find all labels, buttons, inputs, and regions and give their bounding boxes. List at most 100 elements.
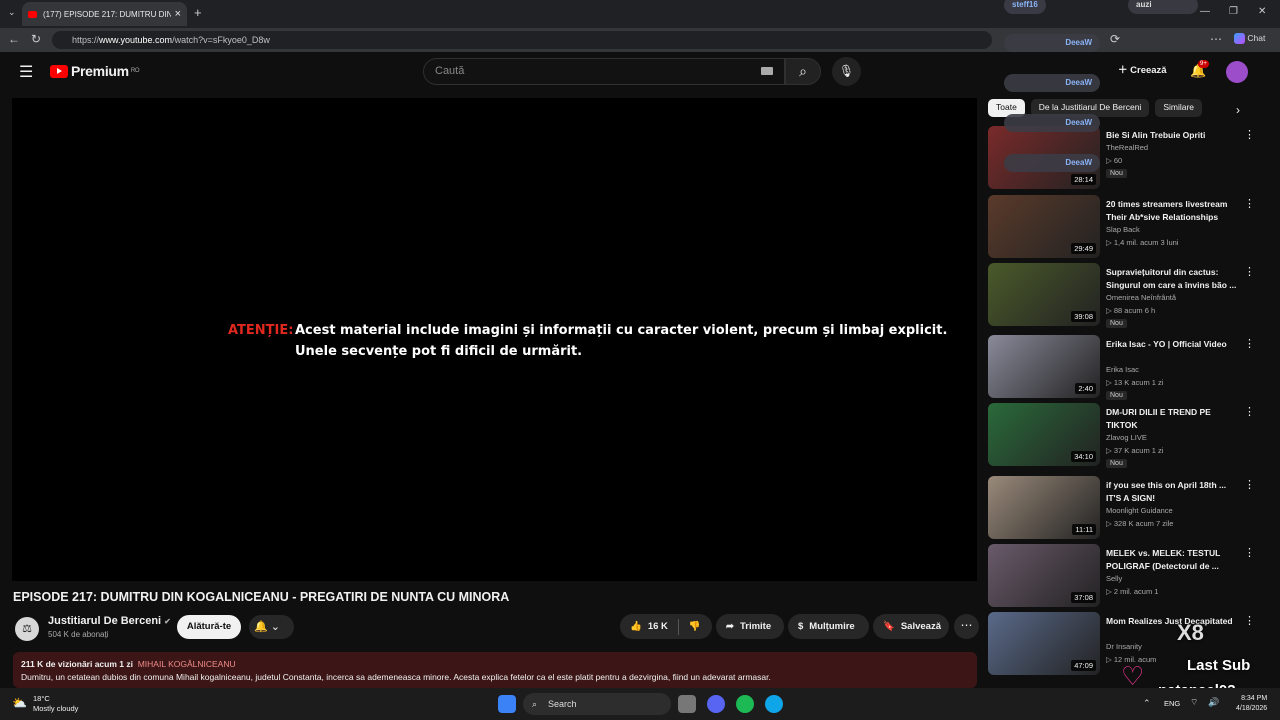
recommendation-channel[interactable]: Zlavog LIVE: [1106, 433, 1147, 442]
recommendation-title[interactable]: Bie Si Alin Trebuie Opriti: [1106, 129, 1241, 142]
video-thumbnail[interactable]: 29:49: [988, 195, 1100, 258]
thanks-label: Mulțumire: [809, 621, 855, 632]
video-thumbnail[interactable]: 39:08: [988, 263, 1100, 326]
join-button[interactable]: Alătură-te: [177, 615, 241, 639]
share-button[interactable]: ➦ Trimite: [716, 614, 784, 639]
warning-label: ATENȚIE:: [228, 323, 294, 338]
browser-tab[interactable]: (177) EPISODE 217: DUMITRU DIN ×: [22, 2, 187, 26]
weather-cloud-icon[interactable]: ⛅: [12, 696, 27, 710]
create-button[interactable]: ＋ Creează: [1118, 62, 1167, 76]
thumbs-up-icon[interactable]: 👍: [630, 621, 642, 632]
thumbs-down-icon[interactable]: 👎: [689, 621, 701, 632]
windows-start-icon[interactable]: [498, 695, 516, 713]
back-icon[interactable]: ←: [8, 32, 20, 46]
recommendation-item[interactable]: 29:49 20 times streamers livestream Their…: [988, 195, 1268, 259]
video-thumbnail[interactable]: 11:11: [988, 476, 1100, 539]
task-view-icon[interactable]: [678, 695, 696, 713]
item-menu-icon[interactable]: ⋮: [1244, 128, 1255, 141]
voice-search-button[interactable]: 🎙: [832, 57, 861, 86]
chat-label: Chat: [1247, 33, 1266, 43]
video-thumbnail[interactable]: 34:10: [988, 403, 1100, 466]
new-badge: Nou: [1106, 391, 1127, 400]
recommendation-title[interactable]: DM-URI DILII E TREND PE TIKTOK: [1106, 406, 1241, 432]
discord-icon[interactable]: [707, 695, 725, 713]
hamburger-menu-icon[interactable]: ☰: [19, 62, 33, 82]
recommendation-item[interactable]: 34:10 DM-URI DILII E TREND PE TIKTOK Zlavo…: [988, 403, 1268, 468]
search-input[interactable]: Caută: [423, 58, 785, 85]
clock-date: 4/18/2026: [1236, 705, 1268, 712]
account-avatar[interactable]: [1226, 61, 1248, 83]
subscription-bell-button[interactable]: 🔔 ⌄: [249, 615, 294, 639]
keyboard-icon[interactable]: [761, 67, 773, 75]
channel-avatar[interactable]: ⚖: [15, 617, 39, 641]
reload-icon[interactable]: ↻: [31, 32, 41, 46]
new-tab-icon[interactable]: +: [194, 5, 202, 20]
minimize-icon[interactable]: —: [1200, 6, 1210, 17]
copilot-chat-button[interactable]: Chat: [1234, 33, 1266, 45]
tab-list-icon[interactable]: ⌄: [8, 7, 16, 18]
youtube-premium-logo[interactable]: Premium RO: [50, 63, 140, 79]
item-menu-icon[interactable]: ⋮: [1244, 265, 1255, 278]
recommendation-channel[interactable]: Selly: [1106, 574, 1122, 583]
item-menu-icon[interactable]: ⋮: [1244, 405, 1255, 418]
chevron-right-icon[interactable]: ›: [1236, 103, 1240, 117]
taskbar-search[interactable]: ⌕ Search: [523, 693, 671, 715]
recommendation-channel[interactable]: TheRealRed: [1106, 143, 1148, 152]
recommendation-item[interactable]: 11:11 if you see this on April 18th ... I…: [988, 476, 1268, 540]
video-thumbnail[interactable]: 37:08: [988, 544, 1100, 607]
maximize-icon[interactable]: ❐: [1229, 6, 1238, 17]
close-window-icon[interactable]: ✕: [1258, 6, 1266, 17]
recommendation-title[interactable]: Mom Realizes Just Decapitated: [1106, 615, 1241, 628]
recommendation-title[interactable]: 20 times streamers livestream Their Ab*s…: [1106, 198, 1241, 224]
microphone-icon: 🎙: [838, 64, 855, 78]
url-path: /watch?v=sFkyoe0_D8w: [172, 35, 270, 45]
edge-browser-icon[interactable]: [765, 695, 783, 713]
item-menu-icon[interactable]: ⋮: [1244, 337, 1255, 350]
weather-widget[interactable]: 18°C Mostly cloudy: [33, 694, 78, 714]
recommendation-meta: ▷ 1,4 mil. acum 3 luni: [1106, 238, 1179, 247]
recommendation-title[interactable]: if you see this on April 18th ... IT'S A…: [1106, 479, 1241, 505]
channel-name[interactable]: Justitiarul De Berceni ✔: [48, 615, 171, 627]
spotify-icon[interactable]: [736, 695, 754, 713]
chip-related[interactable]: Similare: [1155, 99, 1203, 117]
video-duration: 47:09: [1071, 660, 1096, 671]
volume-icon[interactable]: 🔊: [1208, 697, 1219, 708]
recommendation-channel[interactable]: Slap Back: [1106, 225, 1140, 234]
recommendation-item[interactable]: 39:08 Supraviețuitorul din cactus: Singur…: [988, 263, 1268, 328]
video-duration: 11:11: [1072, 524, 1096, 535]
language-indicator[interactable]: ENG: [1164, 699, 1180, 708]
description-box[interactable]: 211 K de vizionări acum 1 zi MIHAIL KOGĂ…: [13, 652, 977, 688]
recommendation-title[interactable]: Erika Isac - YO | Official Video: [1106, 338, 1241, 351]
recommendation-item[interactable]: 37:08 MELEK vs. MELEK: TESTUL POLIGRAF (D…: [988, 544, 1268, 608]
recommendation-channel[interactable]: Moonlight Guidance: [1106, 506, 1173, 515]
recommendation-channel[interactable]: Dr Insanity: [1106, 642, 1142, 651]
create-label: Creează: [1130, 65, 1167, 76]
item-menu-icon[interactable]: ⋮: [1244, 546, 1255, 559]
recommendation-title[interactable]: MELEK vs. MELEK: TESTUL POLIGRAF (Detect…: [1106, 547, 1241, 573]
menu-dots-icon[interactable]: ⋯: [1210, 32, 1222, 46]
recommendation-channel[interactable]: Omenirea Neînfrântă: [1106, 293, 1176, 302]
item-menu-icon[interactable]: ⋮: [1244, 614, 1255, 627]
network-icon[interactable]: ⌔: [1190, 697, 1198, 708]
address-bar[interactable]: https://www.youtube.com/watch?v=sFkyoe0_…: [52, 31, 992, 49]
video-thumbnail[interactable]: 2:40: [988, 335, 1100, 398]
video-thumbnail[interactable]: 47:09: [988, 612, 1100, 675]
like-dislike-group[interactable]: 👍 16 K 👎: [620, 614, 712, 639]
recommendation-item[interactable]: 2:40 Erika Isac - YO | Official Video Erik…: [988, 335, 1268, 400]
recommendation-channel[interactable]: Erika Isac: [1106, 365, 1139, 374]
save-button[interactable]: 🔖 Salvează: [873, 614, 949, 639]
location-hashtag[interactable]: MIHAIL KOGĂLNICEANU: [138, 659, 236, 669]
thanks-button[interactable]: $ Mulțumire: [788, 614, 869, 639]
recommendation-title[interactable]: Supraviețuitorul din cactus: Singurul om…: [1106, 266, 1241, 292]
video-duration: 29:49: [1071, 243, 1096, 254]
extensions-icon[interactable]: ⟳: [1110, 32, 1120, 46]
system-clock[interactable]: 8:34 PM 4/18/2026: [1236, 694, 1267, 714]
close-tab-icon[interactable]: ×: [175, 8, 181, 20]
item-menu-icon[interactable]: ⋮: [1244, 197, 1255, 210]
recommendation-meta: ▷ 88 acum 6 h: [1106, 306, 1156, 315]
search-button[interactable]: ⌕: [785, 58, 821, 85]
more-actions-icon[interactable]: ⋯: [954, 614, 979, 639]
tray-chevron-icon[interactable]: ⌃: [1143, 698, 1151, 709]
overlay-user-top: steff16: [1004, 0, 1046, 14]
item-menu-icon[interactable]: ⋮: [1244, 478, 1255, 491]
